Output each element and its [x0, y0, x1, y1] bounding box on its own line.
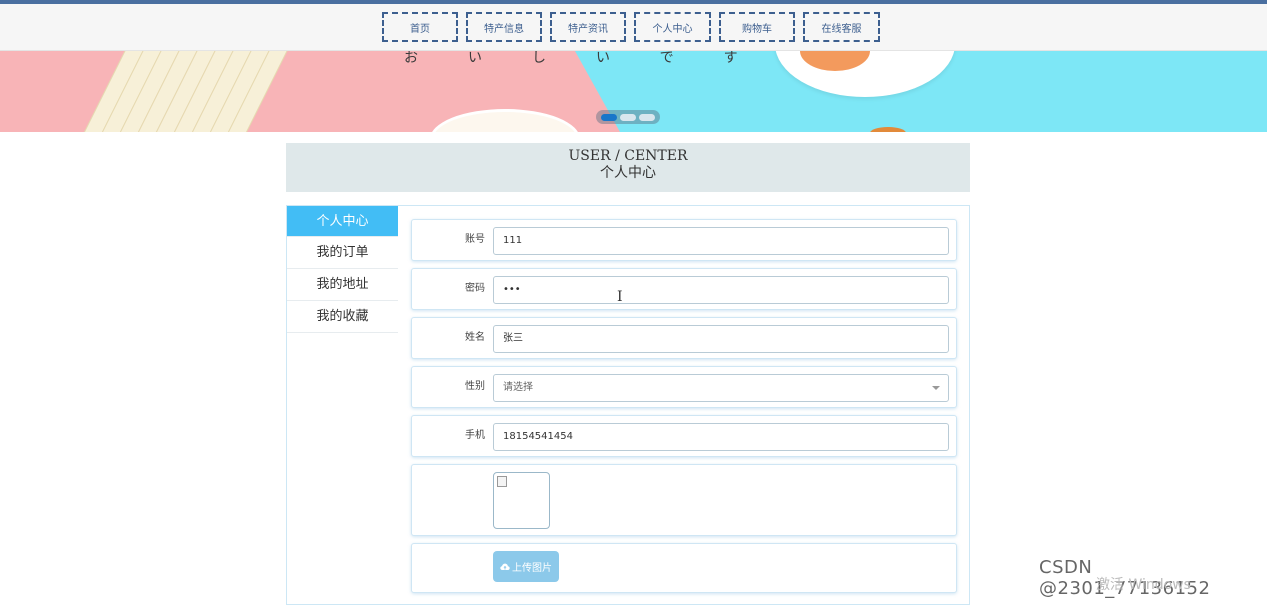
profile-form: 账号 111 密码 ••• 姓名 张三 性别 请选择 手机 1815454145…	[411, 219, 957, 600]
nav-item-news[interactable]: 特产资讯	[550, 12, 626, 42]
gender-select-value: 请选择	[503, 382, 533, 393]
password-label: 密码	[465, 283, 485, 294]
page-title-cn: 个人中心	[600, 165, 656, 181]
noodles-image	[83, 51, 288, 132]
cloud-upload-icon	[500, 563, 510, 570]
phone-label: 手机	[465, 430, 485, 441]
broken-image-icon	[497, 476, 507, 487]
nav-item-user-center[interactable]: 个人中心	[634, 12, 711, 42]
form-row-avatar	[411, 464, 957, 536]
gender-select[interactable]: 请选择	[493, 374, 949, 402]
form-row-gender: 性别 请选择	[411, 366, 957, 408]
user-center-content: 个人中心 我的订单 我的地址 我的收藏 账号 111 密码 ••• 姓名 张三 …	[286, 205, 970, 605]
chevron-down-icon	[932, 386, 940, 390]
page-title-en: USER / CENTER	[568, 148, 688, 164]
carousel-dot-2[interactable]	[620, 113, 636, 121]
form-row-account: 账号 111	[411, 219, 957, 261]
account-input[interactable]: 111	[493, 227, 949, 255]
form-row-name: 姓名 张三	[411, 317, 957, 359]
banner-japanese-text: おいしいです	[404, 51, 788, 66]
sidebar-item-favorites[interactable]: 我的收藏	[287, 301, 398, 333]
form-row-password: 密码 •••	[411, 268, 957, 310]
mouse-text-cursor: I	[617, 289, 623, 305]
nav-list: 首页 特产信息 特产资讯 个人中心 购物车 在线客服	[382, 12, 888, 42]
form-row-upload: 上传图片	[411, 543, 957, 593]
nav-item-home[interactable]: 首页	[382, 12, 458, 42]
name-label: 姓名	[465, 332, 485, 343]
carousel-dot-1[interactable]	[601, 113, 617, 121]
gender-label: 性别	[465, 381, 485, 392]
banner-carousel[interactable]: おいしいです	[0, 51, 1267, 132]
upload-image-button[interactable]: 上传图片	[493, 551, 559, 582]
account-label: 账号	[465, 234, 485, 245]
sidebar-item-user-center[interactable]: 个人中心	[287, 206, 398, 237]
nav-item-cart[interactable]: 购物车	[719, 12, 795, 42]
carousel-dot-3[interactable]	[639, 113, 655, 121]
avatar-image	[493, 472, 550, 529]
upload-button-label: 上传图片	[512, 563, 552, 574]
sidebar: 个人中心 我的订单 我的地址 我的收藏	[287, 206, 398, 333]
name-input[interactable]: 张三	[493, 325, 949, 353]
sidebar-item-address[interactable]: 我的地址	[287, 269, 398, 301]
sidebar-item-orders[interactable]: 我的订单	[287, 237, 398, 269]
nav-item-support[interactable]: 在线客服	[803, 12, 880, 42]
nav-item-products[interactable]: 特产信息	[466, 12, 542, 42]
password-input[interactable]: •••	[493, 276, 949, 304]
top-navbar: 首页 特产信息 特产资讯 个人中心 购物车 在线客服	[0, 4, 1267, 51]
page-title-box: USER / CENTER 个人中心	[286, 143, 970, 192]
windows-activation-text: 激活 Windows	[1096, 577, 1191, 593]
carousel-indicators	[596, 110, 660, 124]
form-row-phone: 手机 18154541454	[411, 415, 957, 457]
phone-input[interactable]: 18154541454	[493, 423, 949, 451]
banner-orange-food	[870, 127, 906, 132]
